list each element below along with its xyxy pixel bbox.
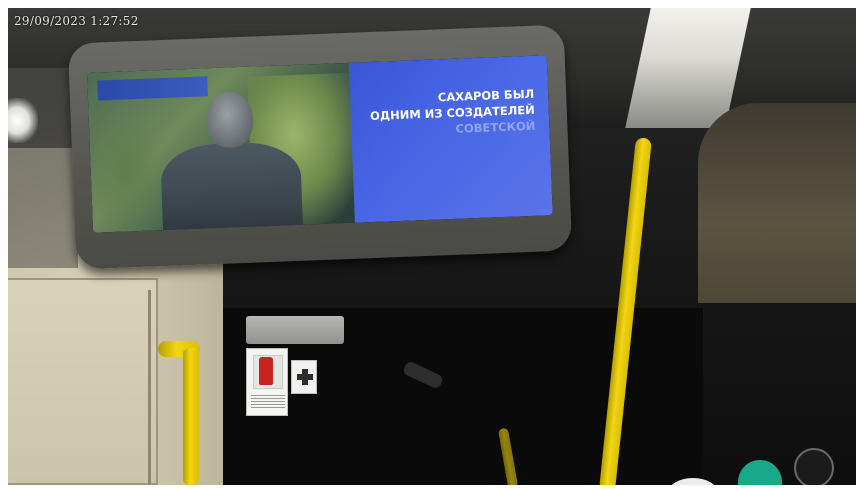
yellow-handrail-left (183, 348, 199, 485)
first-aid-sign (291, 360, 317, 394)
screen-photo-area (86, 62, 363, 233)
sign-fine-print (251, 395, 285, 409)
ceiling-lamp (8, 98, 38, 143)
right-wall-panel (698, 103, 856, 303)
statue-body (159, 140, 304, 233)
statue-head (205, 90, 254, 149)
fire-extinguisher-sign (246, 348, 288, 416)
teal-sticker (738, 460, 782, 485)
door-sign-bar (246, 316, 344, 344)
bus-interior-photo: САХАРОВ БЫЛ ОДНИМ ИЗ СОЗДАТЕЛЕЙ СОВЕТСКО… (8, 8, 856, 485)
camera-timestamp: 29/09/2023 1:27:52 (14, 14, 139, 28)
ceiling-monitor: САХАРОВ БЫЛ ОДНИМ ИЗ СОЗДАТЕЛЕЙ СОВЕТСКО… (67, 24, 573, 270)
cabinet-edge (148, 290, 151, 485)
fire-extinguisher-icon (259, 357, 273, 385)
monitor-screen: САХАРОВ БЫЛ ОДНИМ ИЗ СОЗДАТЕЛЕЙ СОВЕТСКО… (86, 55, 553, 233)
first-aid-cross-bar (297, 374, 313, 380)
screen-text-panel: САХАРОВ БЫЛ ОДНИМ ИЗ СОЗДАТЕЛЕЙ СОВЕТСКО… (348, 55, 553, 223)
wall-cabinet (8, 278, 158, 485)
name-caption-banner (97, 76, 208, 101)
dark-round-sticker (794, 448, 834, 485)
tree-foliage-left (88, 110, 164, 233)
